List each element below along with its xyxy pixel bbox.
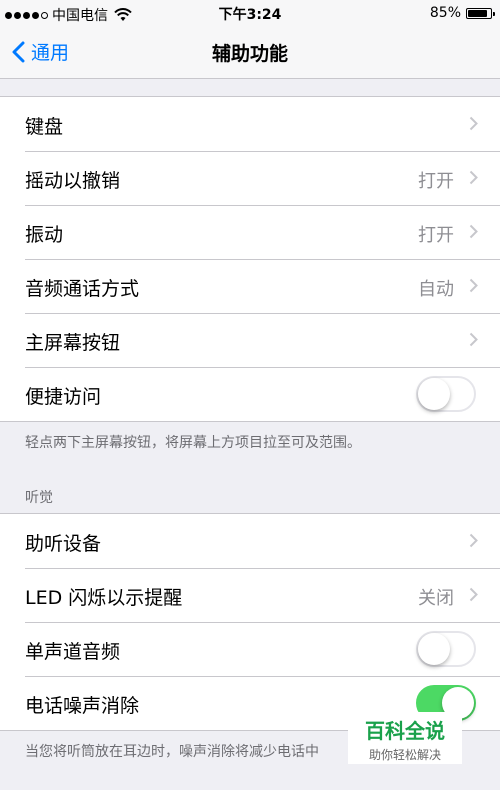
toggle-knob (418, 633, 450, 665)
row-label: 主屏幕按钮 (25, 332, 121, 354)
battery-percent: 85% (429, 5, 461, 21)
row-label: 键盘 (25, 116, 64, 138)
row-label: 电话噪声消除 (25, 695, 140, 717)
page-title: 辅助功能 (211, 43, 288, 65)
watermark-title: 百科全说 (365, 719, 445, 743)
row-label: 单声道音频 (25, 641, 121, 663)
row-label: 摇动以撤销 (25, 170, 121, 192)
row-hearing-devices[interactable]: 助听设备 (0, 514, 500, 568)
row-vibration[interactable]: 振动 打开 (0, 205, 500, 259)
chevron-right-icon (469, 332, 478, 347)
chevron-right-icon (469, 587, 478, 602)
row-value: 打开 (418, 225, 454, 246)
row-value: 关闭 (418, 588, 454, 609)
row-value: 打开 (418, 171, 454, 192)
row-keyboard[interactable]: 键盘 (0, 97, 500, 151)
status-bar: 中国电信 下午3:24 85% (0, 0, 500, 26)
chevron-right-icon (469, 116, 478, 131)
chevron-right-icon (469, 224, 478, 239)
watermark-subtitle: 助你轻松解决 (368, 748, 441, 762)
chevron-right-icon (469, 170, 478, 185)
row-reachability: 便捷访问 (0, 367, 500, 421)
chevron-right-icon (469, 533, 478, 548)
row-home-button[interactable]: 主屏幕按钮 (0, 313, 500, 367)
battery-icon (466, 7, 495, 19)
status-right: 85% (429, 5, 495, 21)
settings-group-general: 键盘 摇动以撤销 打开 振动 打开 音频通话方式 自动 主屏幕按钮 便捷访问 (0, 96, 500, 422)
watermark-logo: 百科全说 助你轻松解决 (348, 712, 462, 764)
row-shake-to-undo[interactable]: 摇动以撤销 打开 (0, 151, 500, 205)
mono-audio-toggle[interactable] (416, 631, 476, 667)
row-mono-audio: 单声道音频 (0, 622, 500, 676)
reachability-footer-note: 轻点两下主屏幕按钮，将屏幕上方项目拉至可及范围。 (25, 435, 361, 451)
reachability-toggle[interactable] (416, 376, 476, 412)
status-time: 下午3:24 (218, 7, 282, 23)
noise-cancellation-footer-note: 当您将听筒放在耳边时，噪声消除将减少电话中 (25, 744, 319, 760)
section-header-hearing: 听觉 (25, 490, 53, 506)
settings-group-hearing: 助听设备 LED 闪烁以示提醒 关闭 单声道音频 电话噪声消除 (0, 513, 500, 731)
row-led-flash-alerts[interactable]: LED 闪烁以示提醒 关闭 (0, 568, 500, 622)
toggle-knob (418, 378, 450, 410)
row-label: 助听设备 (25, 533, 102, 555)
row-label: LED 闪烁以示提醒 (25, 587, 183, 609)
row-label: 音频通话方式 (25, 278, 140, 300)
row-call-audio-routing[interactable]: 音频通话方式 自动 (0, 259, 500, 313)
row-label: 便捷访问 (25, 386, 102, 408)
row-value: 自动 (418, 279, 454, 300)
chevron-right-icon (469, 278, 478, 293)
row-label: 振动 (25, 224, 64, 246)
navigation-bar: 通用 辅助功能 (0, 26, 500, 79)
